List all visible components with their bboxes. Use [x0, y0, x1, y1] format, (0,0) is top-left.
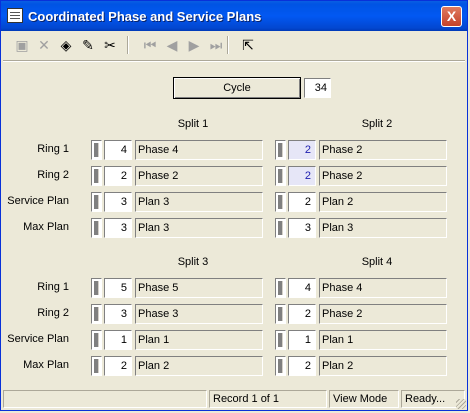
cycle-button[interactable]: Cycle [173, 77, 301, 99]
split-4-row-2-name-field: Phase 2 [319, 304, 447, 324]
split-3-row-4-number-field[interactable]: 2 [104, 356, 132, 376]
split-4-row-3-number-field[interactable]: 1 [288, 330, 316, 350]
lookup-grip-button[interactable] [91, 218, 102, 238]
lookup-grip-button[interactable] [91, 192, 102, 212]
lookup-grip-button[interactable] [91, 330, 102, 350]
row-label-service-plan: Service Plan [7, 333, 69, 345]
scissors-icon[interactable]: ✂ [99, 34, 121, 56]
row-label-service-plan: Service Plan [7, 195, 69, 207]
split-2-row-4-number-field[interactable]: 3 [288, 218, 316, 238]
resize-grip[interactable] [456, 399, 466, 409]
row-label-max-plan: Max Plan [23, 359, 69, 371]
exit-icon[interactable]: ⇱ [237, 34, 259, 56]
split-2-row-3-name-field: Plan 2 [319, 192, 447, 212]
split-3-row-2-name-field: Phase 3 [135, 304, 263, 324]
split-1-row-4-name-field: Plan 3 [135, 218, 263, 238]
row-label-ring-1: Ring 1 [37, 143, 69, 155]
split-1-row-3-name-field: Plan 3 [135, 192, 263, 212]
split-4-row-3-name-field: Plan 1 [319, 330, 447, 350]
lookup-grip-button[interactable] [275, 278, 286, 298]
status-bar: Record 1 of 1 View Mode Ready... [3, 390, 467, 410]
split-4-row-4-number-field[interactable]: 2 [288, 356, 316, 376]
split-4-title: Split 4 [361, 256, 393, 268]
split-2-title: Split 2 [361, 118, 393, 130]
split-2-row-1-name-field: Phase 2 [319, 140, 447, 160]
split-4-row-2-number-field[interactable]: 2 [288, 304, 316, 324]
status-mode: View Mode [329, 390, 399, 408]
stack-icon[interactable]: ◈ [55, 34, 77, 56]
split-3-row-3-number-field[interactable]: 1 [104, 330, 132, 350]
split-2-row-2-name-field: Phase 2 [319, 166, 447, 186]
split-1-row-4-number-field[interactable]: 3 [104, 218, 132, 238]
split-2-row-4-name-field: Plan 3 [319, 218, 447, 238]
split-4-row-1-name-field: Phase 4 [319, 278, 447, 298]
window-title: Coordinated Phase and Service Plans [28, 9, 262, 24]
last-record-icon[interactable]: ⏭ [205, 34, 227, 56]
split-3-row-2-number-field[interactable]: 3 [104, 304, 132, 324]
delete-icon[interactable]: ✕ [33, 34, 55, 56]
toolbar-separator [127, 36, 129, 54]
lookup-grip-button[interactable] [91, 278, 102, 298]
previous-record-icon[interactable]: ◀ [161, 34, 183, 56]
lookup-grip-button[interactable] [275, 166, 286, 186]
split-3-row-1-number-field[interactable]: 5 [104, 278, 132, 298]
title-bar[interactable]: Coordinated Phase and Service Plans X [1, 1, 467, 31]
cycle-value-field[interactable]: 34 [304, 78, 331, 98]
row-label-ring-2: Ring 2 [37, 169, 69, 181]
toolbar-separator [227, 36, 229, 54]
split-1-row-3-number-field[interactable]: 3 [104, 192, 132, 212]
app-icon [7, 8, 23, 23]
row-label-ring-1: Ring 1 [37, 281, 69, 293]
lookup-grip-button[interactable] [275, 218, 286, 238]
split-2-row-3-number-field[interactable]: 2 [288, 192, 316, 212]
lookup-grip-button[interactable] [91, 166, 102, 186]
lookup-grip-button[interactable] [275, 192, 286, 212]
split-3-row-1-name-field: Phase 5 [135, 278, 263, 298]
lookup-grip-button[interactable] [275, 304, 286, 324]
pencil-icon[interactable]: ✎ [77, 34, 99, 56]
split-1-row-1-number-field[interactable]: 4 [104, 140, 132, 160]
close-button[interactable]: X [441, 6, 462, 27]
split-3-title: Split 3 [177, 256, 209, 268]
toolbar: ▣ ✕ ◈ ✎ ✂ ⏮ ◀ ▶ ⏭ ⇱ [7, 34, 265, 58]
split-4-row-4-name-field: Plan 2 [319, 356, 447, 376]
first-record-icon[interactable]: ⏮ [139, 34, 161, 56]
lookup-grip-button[interactable] [91, 304, 102, 324]
coordinated-plans-window: Coordinated Phase and Service Plans X ▣ ✕… [0, 0, 468, 411]
split-3-row-3-name-field: Plan 1 [135, 330, 263, 350]
lookup-grip-button[interactable] [275, 330, 286, 350]
split-3-row-4-name-field: Plan 2 [135, 356, 263, 376]
lookup-grip-button[interactable] [91, 140, 102, 160]
split-2-row-1-number-field[interactable]: 2 [288, 140, 316, 160]
split-4-row-1-number-field[interactable]: 4 [288, 278, 316, 298]
row-label-ring-2: Ring 2 [37, 307, 69, 319]
status-empty [3, 390, 207, 408]
lookup-grip-button[interactable] [275, 356, 286, 376]
row-label-max-plan: Max Plan [23, 221, 69, 233]
save-icon[interactable]: ▣ [11, 34, 33, 56]
status-record: Record 1 of 1 [209, 390, 327, 408]
split-1-row-1-name-field: Phase 4 [135, 140, 263, 160]
lookup-grip-button[interactable] [91, 356, 102, 376]
split-1-row-2-number-field[interactable]: 2 [104, 166, 132, 186]
next-record-icon[interactable]: ▶ [183, 34, 205, 56]
lookup-grip-button[interactable] [275, 140, 286, 160]
split-1-row-2-name-field: Phase 2 [135, 166, 263, 186]
toolbar-divider [3, 60, 465, 62]
split-1-title: Split 1 [177, 118, 209, 130]
split-2-row-2-number-field[interactable]: 2 [288, 166, 316, 186]
